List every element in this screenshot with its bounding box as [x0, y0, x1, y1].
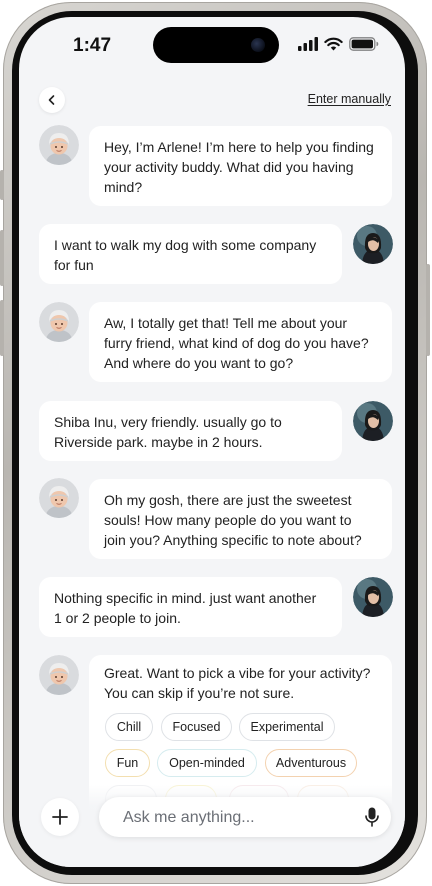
assistant-message: Oh my gosh, there are just the sweetest …: [89, 479, 392, 559]
assistant-message-text: Great. Want to pick a vibe for your acti…: [104, 665, 371, 701]
status-time: 1:47: [73, 35, 112, 56]
user-message: Shiba Inu, very friendly. usually go to …: [39, 401, 342, 461]
volume-up-button: [0, 230, 4, 286]
wifi-icon: [324, 37, 343, 51]
assistant-avatar: [39, 478, 79, 518]
message-input-container[interactable]: [99, 797, 391, 839]
assistant-avatar-image: [39, 655, 79, 695]
action-button: [0, 170, 4, 200]
message-input[interactable]: [121, 797, 345, 839]
assistant-avatar: [39, 125, 79, 165]
vibe-chip-focused[interactable]: Focused: [161, 713, 232, 741]
add-button[interactable]: [41, 798, 79, 836]
vibe-chip-experimental[interactable]: Experimental: [239, 713, 335, 741]
camera-icon: [251, 38, 265, 52]
app-screen: 1:47 Enter manually Hey, I’m Arlene! I’m…: [19, 17, 405, 867]
status-icons: [298, 37, 379, 51]
enter-manually-link[interactable]: Enter manually: [308, 92, 391, 106]
cellular-signal-icon: [298, 37, 318, 51]
dynamic-island: [153, 27, 279, 63]
user-avatar-image: [353, 224, 393, 264]
assistant-avatar-image: [39, 302, 79, 342]
back-button[interactable]: [39, 87, 65, 113]
vibe-chip-fun[interactable]: Fun: [105, 749, 150, 777]
assistant-avatar-image: [39, 125, 79, 165]
chevron-left-icon: [48, 95, 55, 105]
vibe-chip-open-minded[interactable]: Open-minded: [157, 749, 257, 777]
volume-down-button: [0, 300, 4, 356]
user-message: Nothing specific in mind. just want anot…: [39, 577, 342, 637]
user-avatar-image: [353, 577, 393, 617]
plus-icon: [52, 809, 68, 825]
user-avatar-image: [353, 401, 393, 441]
vibe-chip-chill[interactable]: Chill: [105, 713, 153, 741]
assistant-avatar-image: [39, 478, 79, 518]
microphone-icon[interactable]: [365, 807, 379, 827]
assistant-message: Hey, I’m Arlene! I’m here to help you fi…: [89, 126, 392, 206]
battery-icon: [349, 37, 379, 51]
assistant-message: Aw, I totally get that! Tell me about yo…: [89, 302, 392, 382]
chat-header: Enter manually: [19, 85, 405, 115]
user-avatar: [353, 577, 393, 617]
vibe-chip-adventurous[interactable]: Adventurous: [265, 749, 357, 777]
user-avatar: [353, 224, 393, 264]
assistant-avatar: [39, 302, 79, 342]
assistant-avatar: [39, 655, 79, 695]
user-message: I want to walk my dog with some company …: [39, 224, 342, 284]
power-button: [426, 264, 430, 356]
user-avatar: [353, 401, 393, 441]
composer: [19, 785, 405, 867]
